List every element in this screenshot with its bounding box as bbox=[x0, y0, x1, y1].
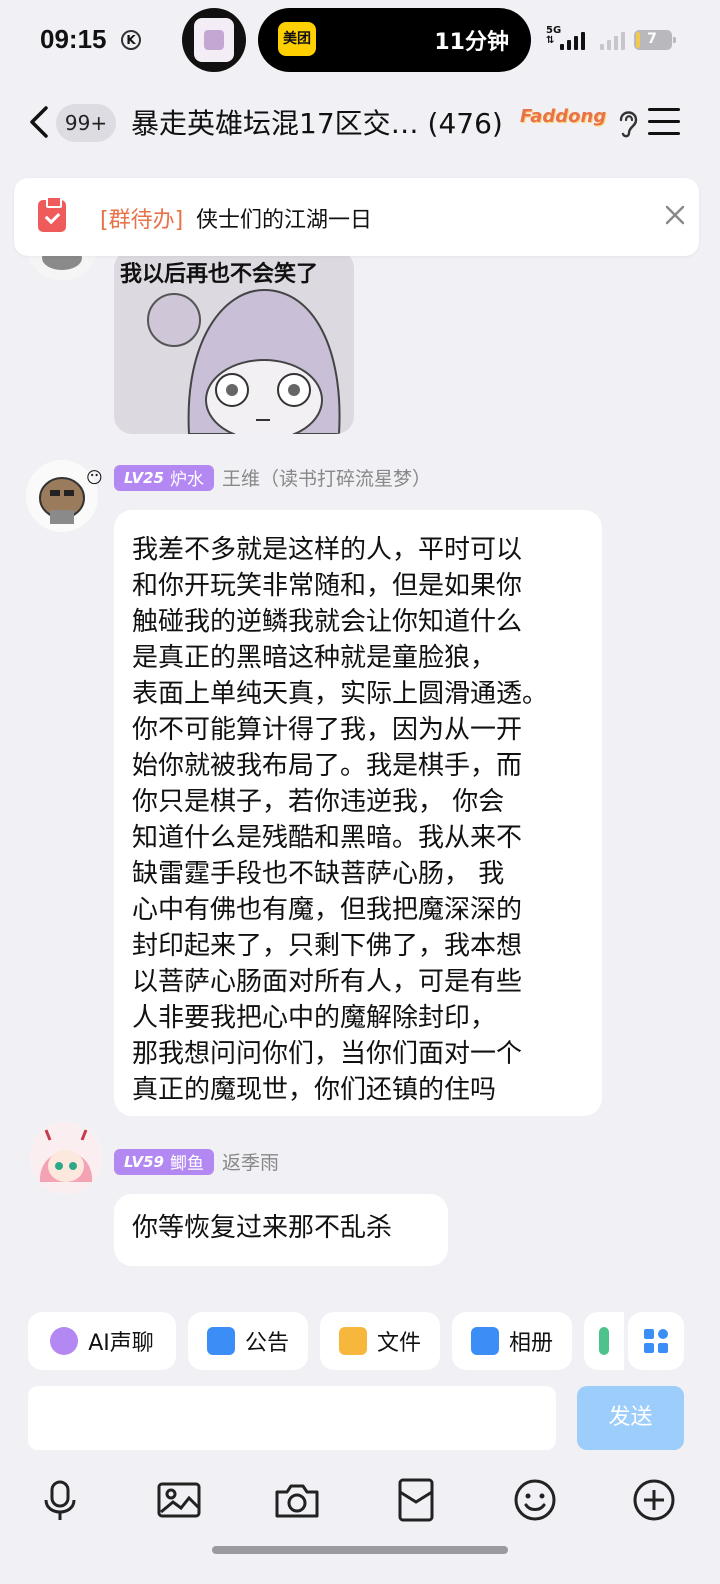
group-title[interactable]: 暴走英雄坛混17区交… (476) bbox=[131, 102, 511, 142]
dynamic-island-app-icon[interactable] bbox=[182, 8, 246, 72]
meituan-logo-icon: 美团 bbox=[278, 22, 316, 56]
message-meta: LV59 鲫鱼 返季雨 bbox=[114, 1148, 279, 1175]
signal-bars-secondary-icon bbox=[600, 30, 625, 50]
k-badge-icon: K bbox=[121, 30, 141, 50]
send-button[interactable]: 发送 bbox=[577, 1386, 684, 1450]
quick-action-ai-voice[interactable]: AI声聊 bbox=[28, 1312, 176, 1370]
back-chevron-icon[interactable] bbox=[24, 102, 54, 142]
message-line: 触碰我的逆鳞我就会让你知道什么 bbox=[132, 607, 523, 637]
unread-count-badge[interactable]: 99+ bbox=[56, 104, 116, 142]
mic-icon[interactable] bbox=[36, 1476, 84, 1524]
sender-nickname[interactable]: 王维（读书打碎流星梦） bbox=[222, 464, 431, 491]
message-line: 那我想问问你们，当你们面对一个 bbox=[132, 1039, 523, 1069]
quick-action-announcement[interactable]: 公告 bbox=[188, 1312, 308, 1370]
message-line: 缺雷霆手段也不缺菩萨心肠， 我 bbox=[132, 859, 505, 889]
plus-icon[interactable] bbox=[630, 1476, 678, 1524]
ai-voice-icon bbox=[50, 1327, 79, 1355]
emoji-reaction-icon: 😶 bbox=[86, 468, 103, 487]
message-line: 以菩萨心肠面对所有人，可是有些 bbox=[132, 967, 523, 997]
message-line: 是真正的黑暗这种就是童脸狼， bbox=[132, 643, 497, 673]
message-line: 始你就被我布局了。我是棋手，而 bbox=[132, 751, 523, 781]
apps-icon[interactable] bbox=[628, 1312, 684, 1370]
quick-actions-bar: AI声聊 公告 文件 相册 bbox=[0, 1312, 720, 1376]
message-line: 人非要我把心中的魔解除封印， bbox=[132, 1003, 497, 1033]
message-meta: LV25 炉水 王维（读书打碎流星梦） bbox=[114, 464, 431, 491]
network-type: 5G ⇅ bbox=[546, 25, 562, 46]
message-bubble[interactable]: 我差不多就是这样的人，平时可以 和你开玩笑非常随和，但是如果你 触碰我的逆鳞我就会让… bbox=[114, 510, 602, 1116]
home-indicator[interactable] bbox=[212, 1546, 508, 1554]
album-icon bbox=[470, 1327, 499, 1355]
message-text: 我差不多就是这样的人，平时可以 和你开玩笑非常随和，但是如果你 触碰我的逆鳞我就会让… bbox=[132, 532, 584, 1108]
message-line: 知道什么是残酷和黑暗。我从来不 bbox=[132, 823, 523, 853]
sticker-image[interactable]: 我以后再也不会笑了 bbox=[114, 250, 354, 434]
menu-icon[interactable] bbox=[648, 108, 680, 136]
todo-text: 侠士们的江湖一日 bbox=[196, 208, 373, 233]
sender-nickname[interactable]: 返季雨 bbox=[222, 1148, 279, 1175]
battery-icon: 7 bbox=[634, 30, 676, 50]
message-input-row: 发送 bbox=[0, 1386, 720, 1452]
message-line: 真正的魔现世，你们还镇的住吗 bbox=[132, 1075, 497, 1105]
image-icon[interactable] bbox=[155, 1476, 203, 1524]
message-line: 心中有佛也有魔，但我把魔深深的 bbox=[132, 895, 523, 925]
level-badge: LV59 鲫鱼 bbox=[114, 1148, 214, 1175]
status-bar: 09:15 K 美团 11分钟 5G ⇅ 7 bbox=[0, 0, 720, 84]
message-line: 你不可能算计得了我，因为从一开 bbox=[132, 715, 523, 745]
group-logo-badge: Faddong bbox=[520, 106, 607, 127]
chat-header: 99+ 暴走英雄坛混17区交… (476) Faddong bbox=[0, 84, 720, 164]
todo-clipboard-icon bbox=[38, 196, 66, 232]
quick-action-more-peek[interactable] bbox=[584, 1312, 624, 1370]
message-line: 表面上单纯天真，实际上圆滑通透。 bbox=[132, 679, 549, 709]
camera-icon[interactable] bbox=[273, 1476, 321, 1524]
battery-level: 7 bbox=[647, 31, 657, 47]
emoji-icon[interactable] bbox=[511, 1476, 559, 1524]
todo-tag: [群待办] bbox=[100, 208, 184, 233]
message-text: 你等恢复过来那不乱杀 bbox=[132, 1213, 393, 1243]
message-line: 你只是棋子，若你违逆我， 你会 bbox=[132, 787, 505, 817]
announcement-icon bbox=[206, 1327, 235, 1355]
quick-action-album[interactable]: 相册 bbox=[452, 1312, 572, 1370]
message-input[interactable] bbox=[28, 1386, 556, 1450]
message-line: 封印起来了，只剩下佛了，我本想 bbox=[132, 931, 523, 961]
input-toolbar bbox=[0, 1470, 720, 1530]
message-bubble[interactable]: 你等恢复过来那不乱杀 bbox=[114, 1194, 448, 1266]
red-packet-icon[interactable] bbox=[392, 1476, 440, 1524]
message-line: 和你开玩笑非常随和，但是如果你 bbox=[132, 571, 523, 601]
dynamic-island[interactable]: 美团 11分钟 bbox=[258, 8, 531, 72]
status-time: 09:15 bbox=[40, 24, 107, 54]
group-todo-banner[interactable]: [群待办] 侠士们的江湖一日 bbox=[14, 178, 699, 256]
signal-bars-icon bbox=[560, 30, 585, 50]
folder-icon bbox=[338, 1327, 367, 1355]
avatar[interactable] bbox=[30, 1122, 102, 1194]
quick-action-files[interactable]: 文件 bbox=[320, 1312, 440, 1370]
message-line: 我差不多就是这样的人，平时可以 bbox=[132, 535, 523, 565]
ear-icon[interactable] bbox=[616, 106, 640, 140]
island-timer-text: 11分钟 bbox=[434, 30, 509, 55]
level-badge: LV25 炉水 bbox=[114, 464, 214, 491]
close-icon[interactable] bbox=[662, 202, 688, 228]
